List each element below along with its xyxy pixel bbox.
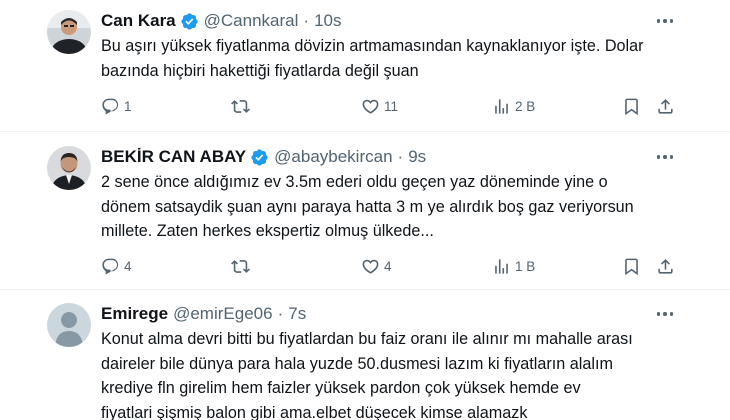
reply-icon: [102, 98, 119, 114]
heart-icon: [362, 259, 379, 274]
heart-icon: [362, 99, 379, 114]
author-handle[interactable]: @emirEge06: [173, 304, 272, 324]
bookmark-button[interactable]: [622, 95, 641, 117]
reply-count: 4: [124, 258, 132, 274]
reply-count: 1: [124, 98, 132, 114]
separator-dot: ·: [397, 147, 404, 166]
timestamp[interactable]: 7s: [288, 304, 306, 324]
share-button[interactable]: [656, 255, 675, 277]
views-icon: [495, 258, 508, 274]
share-icon: [658, 98, 673, 114]
bookmark-icon: [625, 258, 638, 275]
views-count: 2 B: [515, 98, 536, 114]
tweet-text-line: Bu aşırı yüksek fiyatlanma dövizin artma…: [101, 37, 644, 55]
separator-dot: ·: [277, 304, 284, 323]
author-handle[interactable]: @abaybekircan: [274, 147, 392, 167]
retweet-icon: [231, 99, 250, 113]
timestamp[interactable]: 9s: [408, 147, 426, 167]
share-icon: [658, 258, 673, 274]
retweet-button[interactable]: [231, 255, 250, 277]
tweet-text-line: dönem satsaydik şuan aynı paraya hatta 3…: [101, 197, 634, 216]
reply-button[interactable]: 1: [101, 95, 132, 117]
tweet-text-line: millete. Zaten herkes ekspertiz olmuş ül…: [101, 222, 434, 240]
reply-icon: [102, 258, 119, 274]
views-count: 1 B: [515, 258, 536, 274]
bookmark-icon: [625, 98, 638, 115]
retweet-button[interactable]: [231, 95, 250, 117]
author-name[interactable]: Emirege: [101, 304, 168, 324]
views-icon: [495, 98, 508, 114]
tweet-text: 2 sene önce aldığımız ev 3.5m ederi oldu…: [101, 170, 701, 244]
tweet-text-line: fiyatlari şişmiş balon gibi ama.elbet dü…: [101, 403, 528, 420]
retweet-icon: [231, 259, 250, 273]
views-button[interactable]: 2 B: [492, 95, 535, 117]
separator-dot: ·: [303, 11, 310, 30]
author-name[interactable]: Can Kara: [101, 11, 176, 31]
author-handle[interactable]: @Cannkaral: [204, 11, 299, 31]
more-icon[interactable]: [651, 304, 679, 324]
verified-badge-icon: [251, 148, 268, 166]
reply-button[interactable]: 4: [101, 255, 132, 277]
tweet-text: Konut alma devri bitti bu fiyatlardan bu…: [101, 327, 701, 420]
tweet-text-line: Konut alma devri bitti bu fiyatlardan bu…: [101, 330, 633, 348]
avatar-emirege[interactable]: [47, 303, 91, 347]
more-icon[interactable]: [651, 11, 679, 31]
like-count: 11: [384, 98, 399, 114]
like-button[interactable]: 4: [361, 255, 392, 277]
tweet-text: Bu aşırı yüksek fiyatlanma dövizin artma…: [101, 34, 701, 83]
tweet-actions: 1 11 2 B: [0, 95, 730, 117]
tweet-text-line: krediye fln girelim hem faizler yüksek p…: [101, 379, 581, 397]
like-count: 4: [384, 258, 392, 274]
like-button[interactable]: 11: [361, 95, 398, 117]
tweet-can-kara[interactable]: Can Kara @Cannkaral · 10s Bu aşırı yükse…: [0, 0, 730, 131]
avatar-bekir-can-abay[interactable]: [47, 146, 91, 190]
tweet-emirege[interactable]: Emirege @emirEge06 · 7s Konut alma devri…: [0, 290, 730, 420]
timestamp[interactable]: 10s: [314, 11, 341, 31]
tweet-text-line: 2 sene önce aldığımız ev 3.5m ederi oldu…: [101, 173, 608, 191]
views-button[interactable]: 1 B: [492, 255, 535, 277]
tweet-text-line: daireler bile dünya para hala yuzde 50.d…: [101, 354, 613, 373]
tweet-text-line: bazında hiçbiri hakettiği fiyatlarda değ…: [101, 61, 419, 80]
verified-badge-icon: [181, 12, 198, 30]
share-button[interactable]: [656, 95, 675, 117]
avatar-can-kara[interactable]: [47, 10, 91, 54]
tweet-bekir-can-abay[interactable]: BEKİR CAN ABAY @abaybekircan · 9s 2 sene…: [0, 132, 730, 289]
more-icon[interactable]: [651, 147, 679, 167]
bookmark-button[interactable]: [622, 255, 641, 277]
author-name[interactable]: BEKİR CAN ABAY: [101, 147, 246, 167]
tweet-actions: 4 4 1 B: [0, 255, 730, 277]
